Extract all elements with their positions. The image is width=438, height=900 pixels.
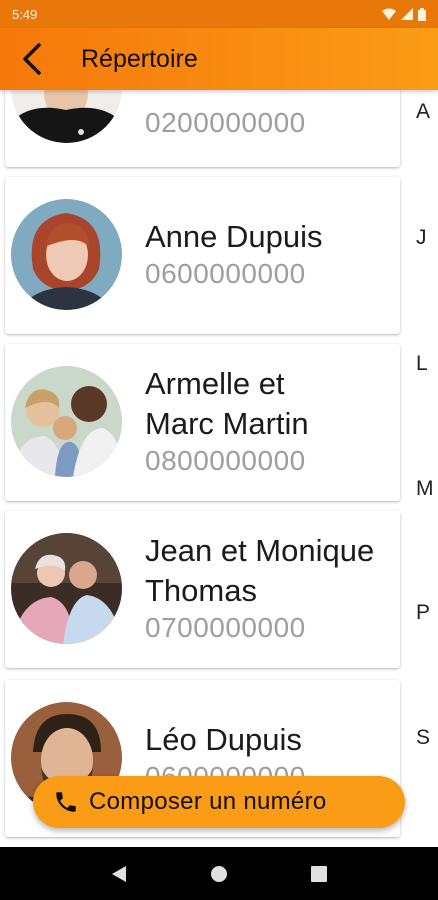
contact-card[interactable]: Jean et Monique Thomas 0700000000 <box>5 511 400 668</box>
nav-home-icon[interactable] <box>210 865 228 883</box>
contact-name: Léo Dupuis <box>145 722 302 757</box>
contact-name-line1: Armelle et <box>145 366 285 401</box>
contact-card[interactable]: Anne Dupuis 0600000000 <box>5 177 400 334</box>
status-icons <box>382 7 426 21</box>
back-arrow-icon <box>23 43 41 75</box>
contact-card[interactable]: Armelle et Marc Martin 0800000000 <box>5 344 400 501</box>
index-letter-a[interactable]: A <box>416 100 430 124</box>
contact-phone: 0800000000 <box>145 445 306 476</box>
contact-name: Anne Dupuis <box>145 219 323 254</box>
contact-phone: 0200000000 <box>145 107 306 138</box>
avatar <box>11 366 122 477</box>
status-bar: 5:49 <box>0 0 438 28</box>
contact-list[interactable]: 0200000000 Anne Dupuis 0600000000 Armell… <box>0 90 438 847</box>
battery-icon <box>418 7 426 21</box>
avatar <box>11 533 122 644</box>
signal-icon <box>401 8 413 20</box>
page-title: Répertoire <box>81 44 198 73</box>
nav-recents-icon[interactable] <box>310 865 327 882</box>
phone-icon <box>56 792 76 812</box>
compose-number-button[interactable]: Composer un numéro <box>33 776 405 828</box>
back-button[interactable] <box>0 28 64 90</box>
contact-phone: 0700000000 <box>145 612 306 643</box>
contact-name-line2: Thomas <box>145 573 257 608</box>
contact-name-line1: Jean et Monique <box>145 533 375 568</box>
contact-phone: 0600000000 <box>145 258 306 289</box>
wifi-icon <box>382 8 396 20</box>
index-letter-l[interactable]: L <box>416 352 428 376</box>
contact-card[interactable]: 0200000000 <box>5 90 400 167</box>
system-nav-bar <box>0 847 438 900</box>
index-letter-s[interactable]: S <box>416 726 430 750</box>
index-letter-p[interactable]: P <box>416 601 430 625</box>
nav-back-icon[interactable] <box>111 865 127 883</box>
avatar <box>11 90 122 143</box>
index-letter-m[interactable]: M <box>416 477 434 501</box>
compose-number-label: Composer un numéro <box>89 788 327 815</box>
index-letter-j[interactable]: J <box>416 226 427 250</box>
contact-name-line2: Marc Martin <box>145 406 309 441</box>
app-bar: Répertoire <box>0 28 438 90</box>
status-time: 5:49 <box>12 6 38 22</box>
avatar <box>11 199 122 310</box>
